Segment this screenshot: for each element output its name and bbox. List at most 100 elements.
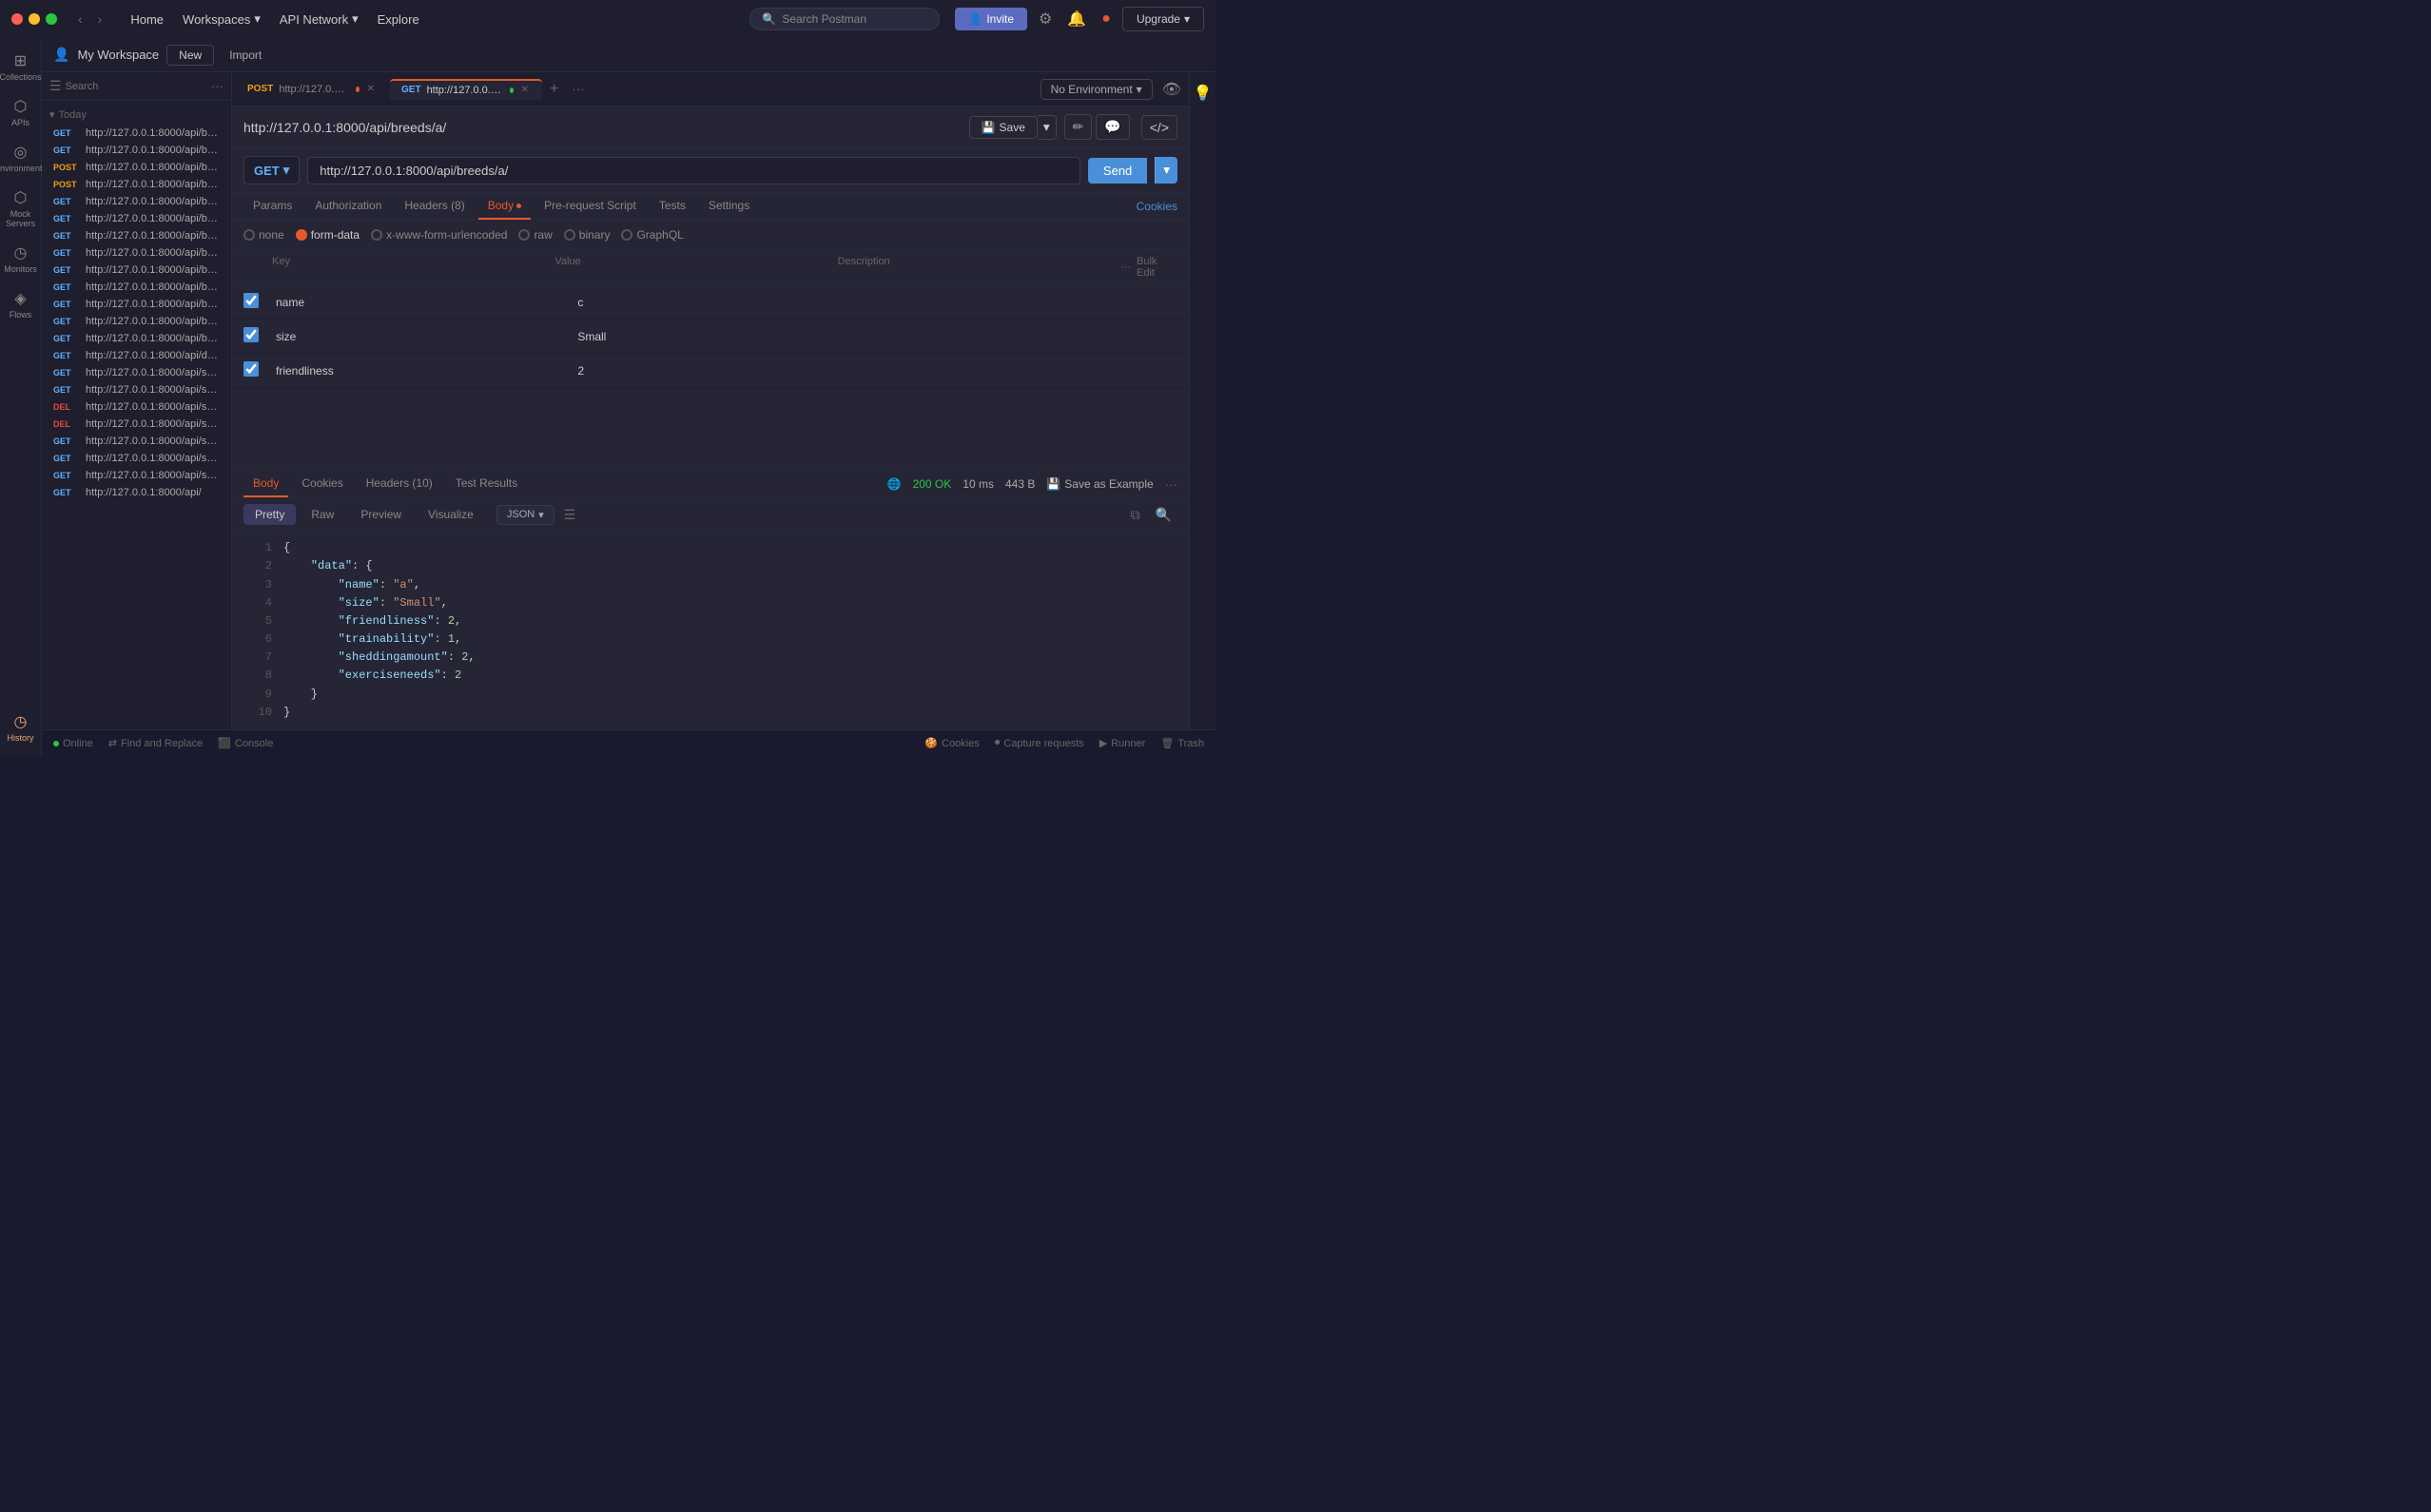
- tab-body[interactable]: Body: [478, 193, 531, 220]
- trash-button[interactable]: 🗑 Trash: [1160, 737, 1204, 749]
- sidebar-item-mock-servers[interactable]: ⬡ Mock Servers: [2, 183, 40, 234]
- list-item[interactable]: GEThttp://127.0.0.1:8000/api/students/: [49, 450, 224, 467]
- res-view-pretty[interactable]: Pretty: [243, 504, 296, 525]
- list-item[interactable]: GEThttp://127.0.0.1:8000/api/breeds/a/: [49, 262, 224, 279]
- body-option-none[interactable]: none: [243, 228, 284, 242]
- body-option-graphql[interactable]: GraphQL: [621, 228, 683, 242]
- workspaces-nav[interactable]: Workspaces ▾: [175, 8, 268, 30]
- list-item[interactable]: POSThttp://127.0.0.1:8000/api/breeds/: [49, 159, 224, 176]
- list-item[interactable]: GEThttp://127.0.0.1:8000/api/dogs/: [49, 347, 224, 364]
- body-option-urlencoded[interactable]: x-www-form-urlencoded: [371, 228, 507, 242]
- url-input[interactable]: [307, 157, 1080, 184]
- list-item[interactable]: DELhttp://127.0.0.1:8000/api/student...: [49, 416, 224, 433]
- list-item[interactable]: GEThttp://127.0.0.1:8000/api/students/: [49, 381, 224, 398]
- bulk-edit-label[interactable]: Bulk Edit: [1137, 256, 1177, 279]
- row-checkbox[interactable]: [243, 327, 259, 342]
- console-button[interactable]: ⬛ Console: [218, 737, 273, 749]
- minimize-traffic-light[interactable]: [29, 13, 40, 25]
- list-item[interactable]: GEThttp://127.0.0.1:8000/api/students/: [49, 364, 224, 381]
- sidebar-item-flows[interactable]: ◈ Flows: [2, 283, 40, 325]
- search-response-button[interactable]: 🔍: [1150, 505, 1177, 525]
- history-group-today[interactable]: ▾ Today: [49, 105, 224, 125]
- tab-tests[interactable]: Tests: [650, 193, 695, 220]
- form-value-input[interactable]: [574, 294, 875, 311]
- save-example-button[interactable]: 💾 Save as Example: [1046, 477, 1153, 491]
- form-description-input[interactable]: [876, 362, 1177, 379]
- row-checkbox[interactable]: [243, 293, 259, 308]
- form-value-input[interactable]: [574, 362, 875, 379]
- invite-button[interactable]: 👤 Invite: [955, 8, 1027, 30]
- method-selector[interactable]: GET ▾: [243, 156, 300, 184]
- json-format-selector[interactable]: JSON ▾: [496, 505, 554, 525]
- tab-headers[interactable]: Headers (8): [395, 193, 474, 220]
- tab-authorization[interactable]: Authorization: [305, 193, 391, 220]
- sidebar-item-apis[interactable]: ⬡ APIs: [2, 91, 40, 133]
- tab-get[interactable]: GET http://127.0.0.1:8000/a... ✕: [390, 79, 542, 100]
- form-key-input[interactable]: [272, 294, 574, 311]
- add-tab-button[interactable]: +: [544, 81, 564, 98]
- res-tab-cookies[interactable]: Cookies: [292, 471, 352, 497]
- body-option-binary[interactable]: binary: [564, 228, 611, 242]
- res-view-visualize[interactable]: Visualize: [417, 504, 485, 525]
- filter-button[interactable]: ☰: [558, 505, 582, 525]
- edit-icon-button[interactable]: ✏: [1064, 114, 1093, 140]
- tab-settings[interactable]: Settings: [699, 193, 759, 220]
- list-item[interactable]: GEThttp://127.0.0.1:8000/api/breed/: [49, 330, 224, 347]
- tab-pre-request[interactable]: Pre-request Script: [535, 193, 646, 220]
- comment-icon-button[interactable]: 💬: [1096, 114, 1129, 140]
- send-dropdown-button[interactable]: ▾: [1155, 157, 1177, 184]
- list-item[interactable]: GEThttp://127.0.0.1:8000/api/breeds/: [49, 313, 224, 330]
- form-description-input[interactable]: [876, 328, 1177, 345]
- response-more-button[interactable]: ···: [1165, 477, 1177, 492]
- close-traffic-light[interactable]: [11, 13, 23, 25]
- env-quick-look-button[interactable]: 👁: [1158, 76, 1185, 103]
- save-dropdown-button[interactable]: ▾: [1038, 115, 1057, 140]
- settings-button[interactable]: ⚙: [1035, 6, 1056, 32]
- avatar-button[interactable]: ●: [1098, 7, 1115, 31]
- code-button[interactable]: </>: [1141, 115, 1177, 140]
- tab-params[interactable]: Params: [243, 193, 301, 220]
- form-key-input[interactable]: [272, 328, 574, 345]
- forward-button[interactable]: ›: [92, 10, 108, 29]
- list-item[interactable]: GEThttp://127.0.0.1:8000/api/students: [49, 467, 224, 484]
- res-tab-headers[interactable]: Headers (10): [357, 471, 442, 497]
- list-item[interactable]: POSThttp://127.0.0.1:8000/api/breeds/: [49, 176, 224, 193]
- cookies-button[interactable]: 🍪 Cookies: [924, 737, 979, 749]
- sidebar-item-history[interactable]: ◷ History: [2, 707, 40, 748]
- res-view-preview[interactable]: Preview: [349, 504, 413, 525]
- history-more-button[interactable]: ···: [211, 79, 224, 93]
- upgrade-button[interactable]: Upgrade ▾: [1122, 7, 1204, 31]
- history-search-input[interactable]: [66, 81, 207, 92]
- list-item[interactable]: GEThttp://127.0.0.1:8000/api/breeds/: [49, 142, 224, 159]
- list-item[interactable]: GEThttp://127.0.0.1:8000/api/breeds/a: [49, 296, 224, 313]
- explore-nav[interactable]: Explore: [370, 9, 427, 30]
- capture-requests-button[interactable]: ⏺ Capture requests: [995, 737, 1084, 749]
- list-item[interactable]: GEThttp://127.0.0.1:8000/api/breeds/a/: [49, 279, 224, 296]
- list-item[interactable]: DELhttp://127.0.0.1:8000/api/students/: [49, 398, 224, 416]
- list-item[interactable]: GEThttp://127.0.0.1:8000/api/breeds/a/: [49, 227, 224, 244]
- new-button[interactable]: New: [166, 45, 214, 66]
- environment-selector[interactable]: No Environment ▾: [1040, 79, 1153, 100]
- sidebar-item-collections[interactable]: ⊞ Collections: [2, 46, 40, 87]
- find-replace-button[interactable]: ⇄ Find and Replace: [108, 737, 203, 749]
- search-bar[interactable]: 🔍 Search Postman: [749, 8, 940, 30]
- sidebar-item-monitors[interactable]: ◷ Monitors: [2, 238, 40, 280]
- status-indicator[interactable]: Online: [53, 738, 93, 749]
- list-item[interactable]: GEThttp://127.0.0.1:8000/api/student...: [49, 433, 224, 450]
- maximize-traffic-light[interactable]: [46, 13, 57, 25]
- res-view-raw[interactable]: Raw: [300, 504, 345, 525]
- notification-button[interactable]: 🔔: [1063, 6, 1090, 32]
- form-key-input[interactable]: [272, 362, 574, 379]
- tab-post[interactable]: POST http://127.0.0.1:8000/a... ✕: [236, 80, 388, 99]
- body-option-form-data[interactable]: form-data: [296, 228, 360, 242]
- tabs-more-button[interactable]: ···: [566, 82, 590, 96]
- list-item[interactable]: GEThttp://127.0.0.1:8000/api/breeds/: [49, 244, 224, 262]
- list-item[interactable]: GEThttp://127.0.0.1:8000/api/breeds/a/: [49, 210, 224, 227]
- send-button[interactable]: Send: [1088, 158, 1147, 184]
- tab-close-button[interactable]: ✕: [365, 84, 377, 94]
- res-tab-test-results[interactable]: Test Results: [446, 471, 527, 497]
- list-item[interactable]: GEThttp://127.0.0.1:8000/api/breeds/: [49, 193, 224, 210]
- list-item[interactable]: GEThttp://127.0.0.1:8000/api/breeds/a/: [49, 125, 224, 142]
- right-panel-button[interactable]: 💡: [1190, 80, 1216, 107]
- sidebar-item-environments[interactable]: ◎ Environments: [2, 137, 40, 179]
